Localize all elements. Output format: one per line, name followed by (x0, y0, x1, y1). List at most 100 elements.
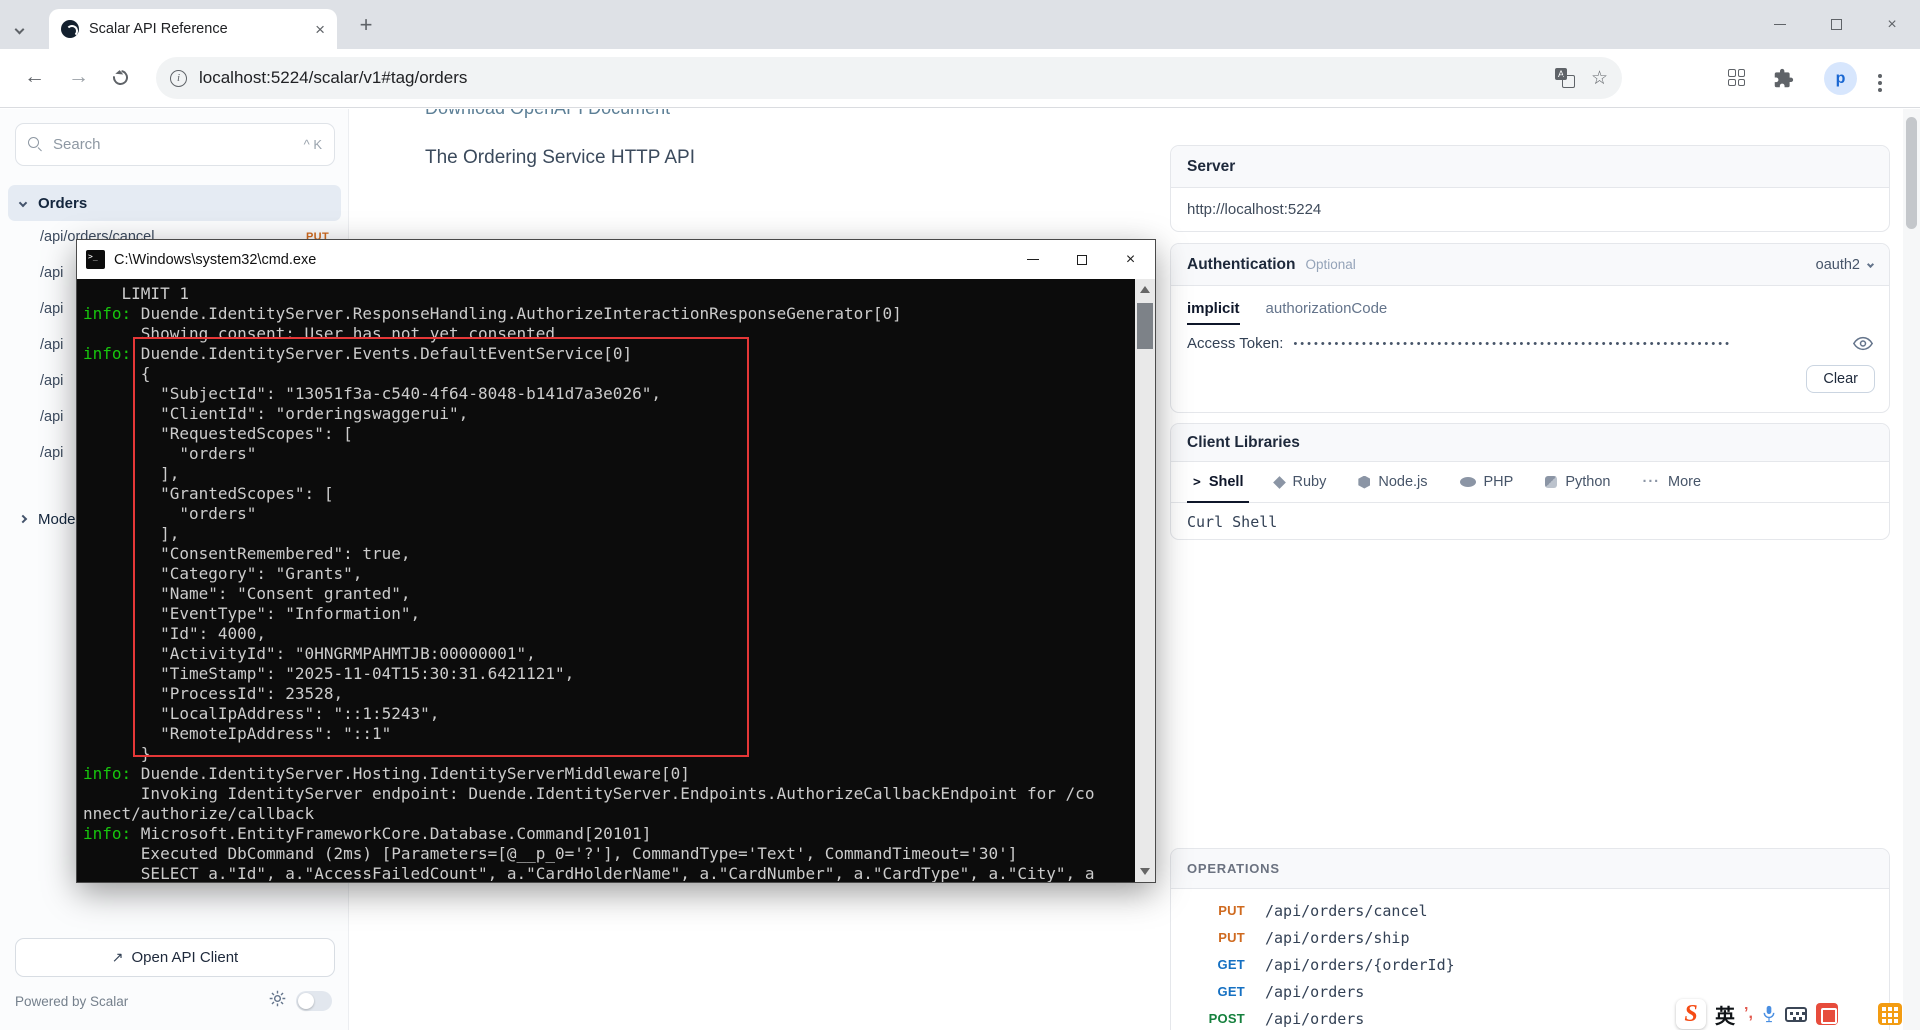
sogou-logo-icon[interactable]: S (1676, 999, 1706, 1029)
show-token-eye-icon[interactable] (1853, 336, 1873, 351)
auth-optional-badge: Optional (1305, 257, 1356, 272)
php-icon (1459, 477, 1476, 487)
client-library-tab[interactable]: Shell (1177, 462, 1259, 503)
python-icon (1545, 476, 1558, 488)
open-api-client-button[interactable]: Open API Client (15, 938, 335, 977)
server-card-title: Server (1187, 157, 1236, 175)
browser-minimize-button[interactable] (1752, 0, 1808, 49)
auth-flow-tabs: implicit authorizationCode (1171, 286, 1889, 325)
cmd-window-title: C:\Windows\system32\cmd.exe (114, 251, 317, 268)
extensions-puzzle-icon[interactable] (1773, 68, 1794, 94)
download-openapi-button[interactable]: Download OpenAPI Document (425, 109, 670, 119)
console-scrollbar[interactable] (1135, 279, 1155, 882)
auth-flow-tab[interactable]: authorizationCode (1266, 300, 1388, 325)
more-icon (1643, 474, 1661, 490)
api-description: The Ordering Service HTTP API (425, 147, 695, 168)
browser-maximize-button[interactable] (1808, 0, 1864, 49)
console-line: "TimeStamp": "2025-11-04T15:30:31.642112… (83, 664, 1129, 684)
profile-avatar[interactable]: p (1824, 62, 1857, 95)
voice-input-icon[interactable] (1762, 1003, 1776, 1025)
cmd-window[interactable]: C:\Windows\system32\cmd.exe LIMIT 1info:… (76, 239, 1156, 883)
console-line: info: Microsoft.EntityFrameworkCore.Data… (83, 824, 1129, 844)
operation-path: /api/orders/ship (1265, 928, 1410, 947)
tab-search-icon[interactable] (14, 20, 25, 38)
page-scrollbar-thumb[interactable] (1906, 117, 1917, 229)
reload-button[interactable] (110, 67, 131, 88)
translate-icon[interactable] (1554, 68, 1575, 88)
scroll-down-icon[interactable] (1140, 868, 1150, 875)
console-scrollbar-thumb[interactable] (1137, 303, 1153, 349)
log-level: info: (83, 824, 132, 843)
browser-close-button[interactable] (1864, 0, 1920, 49)
auth-scheme-select[interactable]: oauth2 (1816, 257, 1875, 273)
access-token-label: Access Token: (1187, 335, 1284, 352)
ime-grid-icon[interactable] (1847, 1003, 1869, 1025)
theme-toggle[interactable] (296, 991, 332, 1011)
page-scrollbar[interactable] (1903, 109, 1920, 1030)
operation-row[interactable]: GET /api/orders/{orderId} (1171, 951, 1889, 978)
log-text: "LocalIpAddress": "::1:5243", (83, 704, 440, 723)
ime-toolbox-icon[interactable] (1877, 1003, 1902, 1025)
console-line: "ClientId": "orderingswaggerui", (83, 404, 1129, 424)
punctuation-icon[interactable] (1744, 1005, 1753, 1023)
grid-icon[interactable] (1728, 69, 1745, 86)
log-level: info: (83, 764, 132, 783)
cmd-maximize-button[interactable] (1057, 240, 1106, 279)
log-text: Invoking IdentityServer endpoint: Duende… (83, 784, 1095, 803)
log-text: "orders" (83, 444, 257, 463)
browser-tabbar: Scalar API Reference (0, 0, 1920, 49)
ime-tool-icon[interactable] (1815, 1003, 1838, 1025)
client-library-tab[interactable]: PHP (1444, 462, 1530, 502)
new-tab-button[interactable] (352, 11, 380, 39)
cmd-minimize-button[interactable] (1008, 240, 1057, 279)
cmd-titlebar[interactable]: C:\Windows\system32\cmd.exe (77, 240, 1155, 279)
tab-close-icon[interactable] (315, 21, 325, 38)
search-icon (28, 137, 43, 152)
log-text: "RemoteIpAddress": "::1" (83, 724, 392, 743)
client-library-tab[interactable]: Python (1529, 462, 1626, 502)
server-url[interactable]: http://localhost:5224 (1171, 188, 1889, 231)
operation-method: GET (1217, 984, 1245, 999)
keyboard-icon[interactable] (1784, 1006, 1807, 1022)
client-library-tab[interactable]: Ruby (1259, 462, 1342, 502)
console: LIMIT 1 info: Duende.IdentityServer.Respo… (77, 279, 1155, 882)
access-token-field[interactable]: ••••••••••••••••••••••••••••••••••••••••… (1293, 338, 1843, 350)
console-line: { (83, 364, 1129, 384)
operation-method: PUT (1218, 930, 1245, 945)
url-text[interactable]: localhost:5224/scalar/v1#tag/orders (199, 68, 1555, 88)
cmd-close-button[interactable] (1106, 240, 1155, 279)
browser-tab[interactable]: Scalar API Reference (49, 9, 337, 49)
back-button[interactable] (24, 65, 45, 89)
settings-gear-icon[interactable] (269, 990, 286, 1012)
log-text: { (83, 364, 151, 383)
lib-tab-label: Node.js (1378, 474, 1428, 490)
client-library-tab[interactable]: More (1627, 462, 1718, 502)
forward-button[interactable] (68, 65, 89, 89)
address-bar[interactable]: localhost:5224/scalar/v1#tag/orders (156, 57, 1622, 99)
client-libraries-title: Client Libraries (1187, 433, 1300, 451)
console-line: "orders" (83, 504, 1129, 524)
lib-tab-label: More (1668, 474, 1702, 490)
console-line: "GrantedScopes": [ (83, 484, 1129, 504)
browser-window-controls (1752, 0, 1920, 49)
operation-row[interactable]: PUT /api/orders/ship (1171, 924, 1889, 951)
clear-token-button[interactable]: Clear (1806, 365, 1875, 393)
log-text: Microsoft.EntityFrameworkCore.Database.C… (131, 824, 652, 843)
client-library-tab[interactable]: Node.js (1342, 462, 1443, 502)
site-info-icon[interactable] (170, 69, 187, 87)
log-text: ], (83, 464, 180, 483)
console-line: ], (83, 524, 1129, 544)
auth-flow-tab[interactable]: implicit (1187, 300, 1240, 325)
bookmark-star-icon[interactable] (1591, 67, 1608, 90)
chevron-down-icon (18, 198, 28, 208)
log-text: "Category": "Grants", (83, 564, 363, 583)
sidebar-section-orders[interactable]: Orders (8, 185, 341, 221)
search-input[interactable]: Search ^ K (15, 123, 335, 166)
ime-language-indicator[interactable]: 英 (1715, 1000, 1735, 1029)
operation-row[interactable]: PUT /api/orders/cancel (1171, 897, 1889, 924)
console-line: "Category": "Grants", (83, 564, 1129, 584)
browser-toolbar: localhost:5224/scalar/v1#tag/orders p (0, 49, 1920, 108)
scroll-up-icon[interactable] (1140, 286, 1150, 293)
browser-menu-icon[interactable] (1878, 74, 1882, 78)
log-text: Duende.IdentityServer.ResponseHandling.A… (131, 304, 902, 323)
